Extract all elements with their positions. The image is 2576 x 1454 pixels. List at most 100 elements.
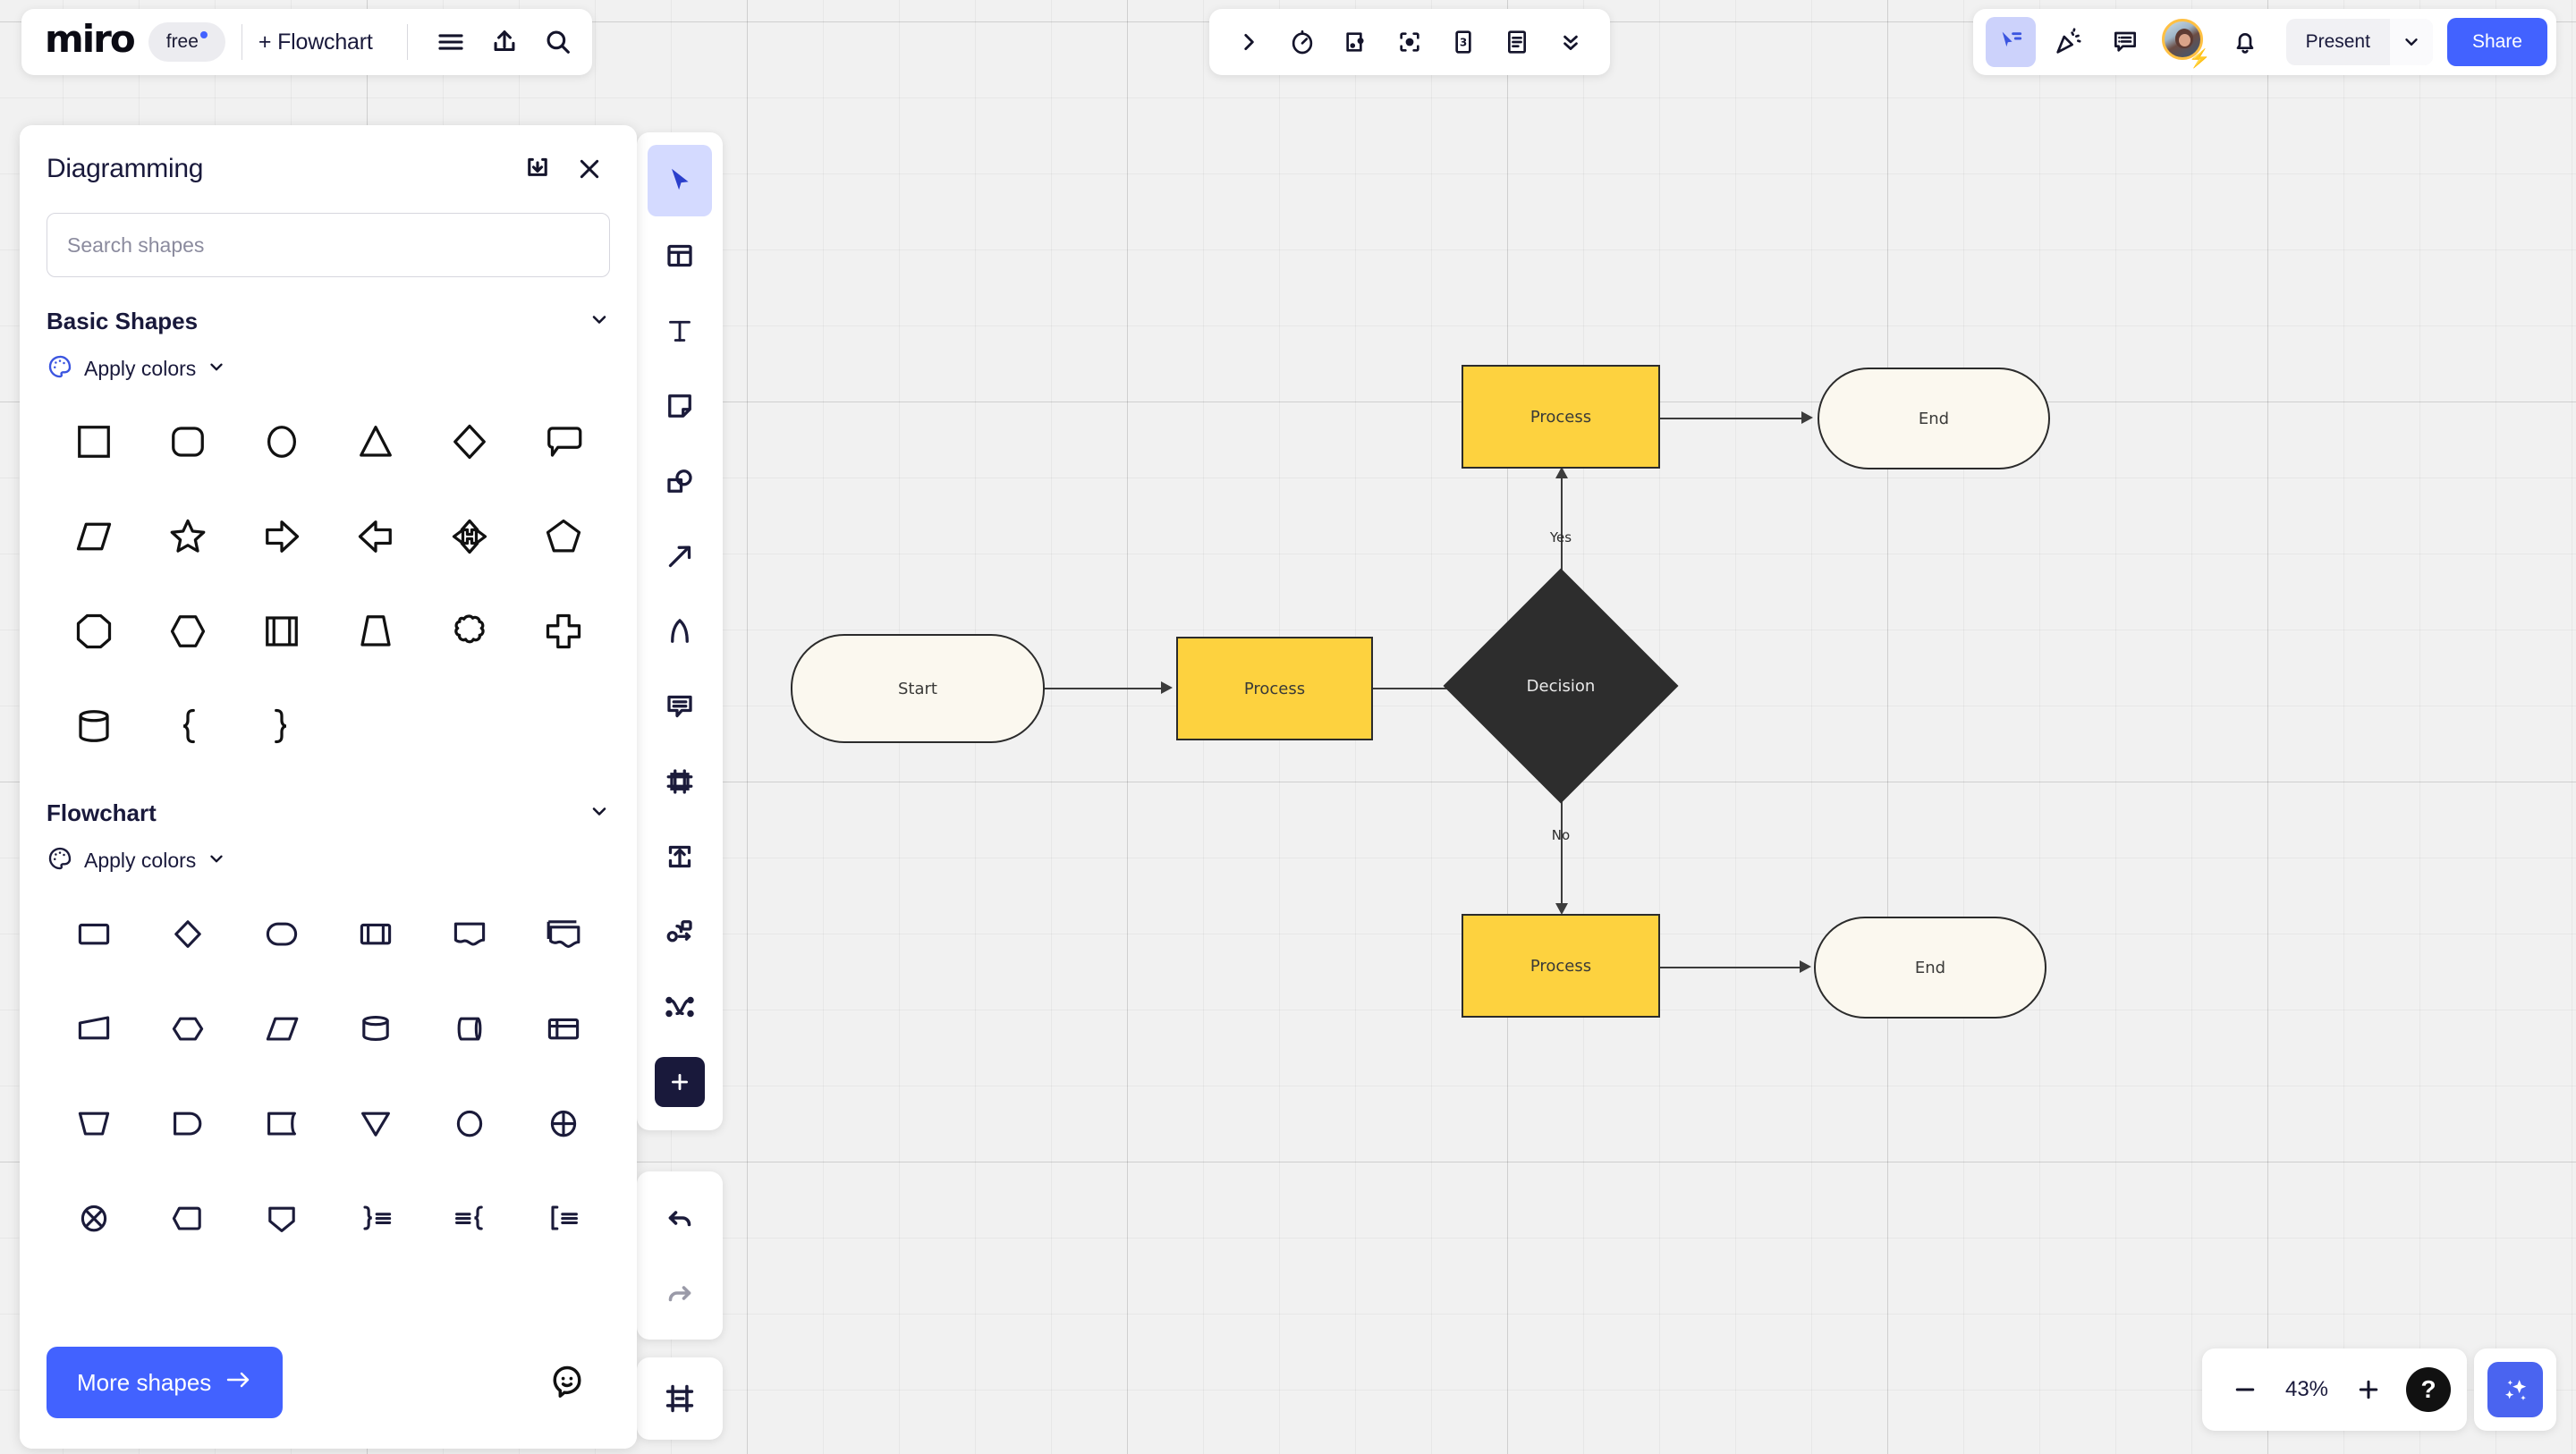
fc-connector-shape[interactable] bbox=[422, 1080, 516, 1166]
select-tool[interactable] bbox=[648, 145, 712, 216]
bell-icon[interactable] bbox=[2220, 17, 2270, 67]
fc-decision-shape[interactable] bbox=[140, 891, 234, 976]
node-end-2[interactable]: End bbox=[1814, 917, 2046, 1019]
node-process-1[interactable]: Process bbox=[1176, 637, 1373, 740]
node-process-3[interactable]: Process bbox=[1462, 914, 1660, 1018]
fc-multidocument-shape[interactable] bbox=[516, 891, 610, 976]
text-tool[interactable] bbox=[648, 295, 712, 367]
sticky-note-tool[interactable] bbox=[648, 370, 712, 442]
star-shape[interactable] bbox=[140, 494, 234, 579]
fc-process-shape[interactable] bbox=[47, 891, 140, 976]
search-input[interactable] bbox=[47, 213, 610, 277]
cloud-shape[interactable] bbox=[422, 588, 516, 674]
fc-manual-input-shape[interactable] bbox=[47, 985, 140, 1071]
parallelogram-shape[interactable] bbox=[47, 494, 140, 579]
pen-tool[interactable] bbox=[648, 596, 712, 667]
comments-list-icon[interactable] bbox=[2100, 17, 2150, 67]
zoom-level[interactable]: 43% bbox=[2272, 1377, 2342, 1402]
fc-manual-operation-shape[interactable] bbox=[47, 1080, 140, 1166]
connection-line-tool[interactable] bbox=[648, 520, 712, 592]
fc-terminator-shape[interactable] bbox=[234, 891, 328, 976]
chevron-down-icon[interactable] bbox=[207, 849, 226, 873]
voting-icon[interactable] bbox=[1329, 17, 1383, 67]
upload-icon[interactable] bbox=[481, 19, 528, 65]
cursor-share-icon[interactable] bbox=[1985, 17, 2036, 67]
section-header-flowchart[interactable]: Flowchart bbox=[47, 799, 610, 827]
panel-shape-list[interactable]: Basic Shapes Apply colors Flowchart Appl… bbox=[20, 277, 637, 1331]
chevron-down-icon[interactable] bbox=[589, 309, 610, 334]
fc-direct-access-storage-shape[interactable] bbox=[422, 985, 516, 1071]
edge-start-process1[interactable] bbox=[1045, 688, 1161, 689]
fc-stored-data-shape[interactable] bbox=[234, 1080, 328, 1166]
fc-database-shape[interactable] bbox=[328, 985, 422, 1071]
fc-display-shape[interactable] bbox=[140, 1080, 234, 1166]
fc-summing-junction-shape[interactable] bbox=[516, 1080, 610, 1166]
frame-tool[interactable] bbox=[648, 746, 712, 817]
shapes-tool[interactable] bbox=[648, 445, 712, 517]
fc-annotation-bracket-shape[interactable] bbox=[516, 1175, 610, 1261]
brace-left-shape[interactable] bbox=[140, 683, 234, 769]
board-title[interactable]: + Flowchart bbox=[258, 30, 391, 55]
close-icon[interactable] bbox=[569, 148, 610, 190]
search-icon[interactable] bbox=[535, 19, 581, 65]
chevron-down-icon[interactable] bbox=[589, 800, 610, 826]
timer-icon[interactable] bbox=[1275, 17, 1329, 67]
fc-preparation-shape[interactable] bbox=[140, 985, 234, 1071]
arrow-double-shape[interactable] bbox=[422, 494, 516, 579]
fc-predefined-process-shape[interactable] bbox=[328, 891, 422, 976]
apps-tool[interactable] bbox=[648, 971, 712, 1043]
avatar[interactable]: ⚡ bbox=[2161, 18, 2211, 68]
node-end-1[interactable]: End bbox=[1818, 368, 2050, 469]
split-rectangle-shape[interactable] bbox=[234, 588, 328, 674]
fc-document-shape[interactable] bbox=[422, 891, 516, 976]
arrow-left-shape[interactable] bbox=[328, 494, 422, 579]
node-decision[interactable]: Decision bbox=[1443, 568, 1679, 804]
circle-shape[interactable] bbox=[234, 399, 328, 485]
fc-annotation-left-shape[interactable] bbox=[422, 1175, 516, 1261]
celebrate-icon[interactable] bbox=[2043, 17, 2093, 67]
section-header-basic-shapes[interactable]: Basic Shapes bbox=[47, 308, 610, 335]
diagramming-tool[interactable] bbox=[648, 896, 712, 968]
zoom-in-button[interactable] bbox=[2342, 1363, 2395, 1416]
diamond-shape[interactable] bbox=[422, 399, 516, 485]
fc-internal-storage-shape[interactable] bbox=[516, 985, 610, 1071]
octagon-shape[interactable] bbox=[47, 588, 140, 674]
apply-colors-flowchart[interactable]: Apply colors bbox=[47, 845, 610, 876]
share-button[interactable]: Share bbox=[2446, 18, 2547, 66]
ai-panel-button[interactable] bbox=[2474, 1348, 2556, 1431]
node-process-2[interactable]: Process bbox=[1462, 365, 1660, 469]
notes-icon[interactable] bbox=[1490, 17, 1544, 67]
redo-button[interactable] bbox=[648, 1257, 712, 1329]
chevron-right-icon[interactable] bbox=[1222, 17, 1275, 67]
apply-colors-basic[interactable]: Apply colors bbox=[47, 353, 610, 385]
comment-tool[interactable] bbox=[648, 671, 712, 742]
miro-logo[interactable]: miro bbox=[29, 21, 148, 58]
fc-or-shape[interactable] bbox=[47, 1175, 140, 1261]
card-three-icon[interactable]: 3 bbox=[1436, 17, 1490, 67]
speech-bubble-shape[interactable] bbox=[516, 399, 610, 485]
rounded-rectangle-shape[interactable] bbox=[140, 399, 234, 485]
menu-icon[interactable] bbox=[428, 19, 474, 65]
edge-process2-end1[interactable] bbox=[1660, 418, 1803, 419]
present-button[interactable]: Present bbox=[2286, 19, 2390, 65]
fc-annotation-right-shape[interactable] bbox=[328, 1175, 422, 1261]
chevron-down-icon[interactable] bbox=[2389, 19, 2433, 65]
fc-data-shape[interactable] bbox=[234, 985, 328, 1071]
focus-icon[interactable] bbox=[1383, 17, 1436, 67]
trapezoid-shape[interactable] bbox=[328, 588, 422, 674]
square-shape[interactable] bbox=[47, 399, 140, 485]
chevron-double-down-icon[interactable] bbox=[1544, 17, 1597, 67]
upload-tool[interactable] bbox=[648, 821, 712, 892]
help-button[interactable]: ? bbox=[2406, 1367, 2451, 1412]
hexagon-shape[interactable] bbox=[140, 588, 234, 674]
plan-badge[interactable]: free bbox=[148, 22, 225, 62]
fc-merge-shape[interactable] bbox=[328, 1080, 422, 1166]
node-start[interactable]: Start bbox=[791, 634, 1045, 743]
pentagon-shape[interactable] bbox=[516, 494, 610, 579]
templates-tool[interactable] bbox=[648, 220, 712, 292]
undo-button[interactable] bbox=[648, 1182, 712, 1254]
brace-right-shape[interactable] bbox=[234, 683, 328, 769]
add-tool-button[interactable] bbox=[655, 1057, 705, 1107]
more-shapes-button[interactable]: More shapes bbox=[47, 1347, 284, 1418]
cross-shape[interactable] bbox=[516, 588, 610, 674]
